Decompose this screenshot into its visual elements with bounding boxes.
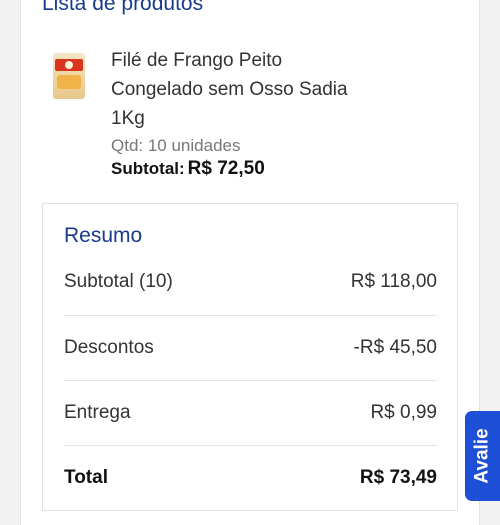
summary-row-value: R$ 0,99 (370, 402, 437, 423)
summary-row-value: R$ 73,49 (359, 467, 437, 488)
package-product-photo (57, 75, 81, 89)
product-subtotal-value: R$ 72,50 (187, 158, 265, 179)
product-subtotal: Subtotal: R$ 72,50 (111, 158, 265, 180)
summary-row-subtotal: Subtotal (10) R$ 118,00 (64, 249, 437, 314)
section-title: Lista de produtos (42, 0, 204, 15)
summary-row-label: Descontos (64, 337, 154, 358)
summary-row-label: Subtotal (10) (64, 270, 173, 292)
package-logo-mark (65, 61, 73, 69)
summary-title: Resumo (64, 224, 143, 247)
summary-row-label: Total (64, 467, 108, 488)
feedback-tab-label: Avalie (471, 428, 493, 484)
summary-row-delivery: Entrega R$ 0,99 (64, 380, 437, 445)
summary-row-label: Entrega (64, 402, 131, 423)
feedback-tab-button[interactable]: Avalie (465, 411, 500, 501)
product-image[interactable] (53, 53, 85, 99)
summary-row-total: Total R$ 73,49 (64, 445, 437, 510)
summary-row-value: R$ 118,00 (350, 270, 437, 292)
summary-row-discounts: Descontos -R$ 45,50 (64, 315, 437, 380)
summary-box: Resumo Subtotal (10) R$ 118,00 Descontos… (42, 203, 458, 511)
summary-row-value: -R$ 45,50 (353, 337, 437, 358)
product-name[interactable]: Filé de Frango Peito Congelado sem Osso … (111, 46, 371, 133)
product-subtotal-label: Subtotal: (111, 159, 185, 178)
product-quantity: Qtd: 10 unidades (111, 136, 241, 155)
